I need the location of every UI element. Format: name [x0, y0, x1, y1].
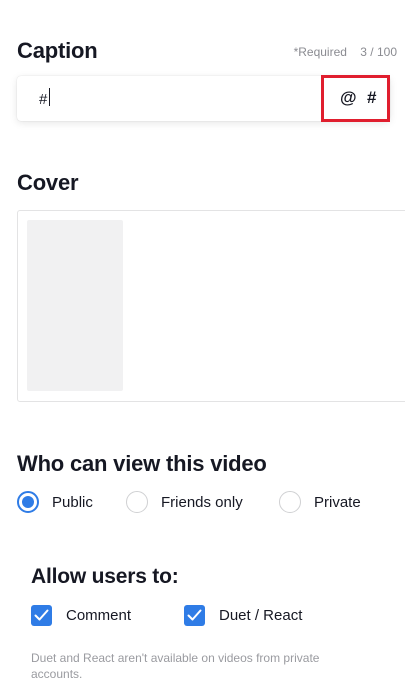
caption-meta: *Required 3 / 100	[294, 45, 397, 59]
privacy-option-public[interactable]: Public	[17, 491, 93, 513]
text-cursor	[49, 88, 50, 106]
checkbox-duet-icon[interactable]	[184, 605, 205, 626]
allow-option-label: Comment	[66, 607, 132, 624]
privacy-title: Who can view this video	[17, 451, 267, 476]
privacy-option-label: Friends only	[161, 493, 243, 511]
privacy-option-friends[interactable]: Friends only	[126, 491, 243, 513]
allow-option-label: Duet / React	[219, 607, 303, 624]
caption-title: Caption	[17, 38, 98, 63]
radio-friends-icon[interactable]	[126, 491, 148, 513]
privacy-option-private[interactable]: Private	[279, 491, 361, 513]
allow-duet-option[interactable]: Duet / React	[184, 605, 302, 626]
privacy-option-label: Public	[52, 493, 93, 511]
allow-note: Duet and React aren't available on video…	[31, 651, 320, 678]
cover-title: Cover	[17, 170, 79, 195]
radio-public-icon[interactable]	[17, 491, 39, 513]
mention-hashtag-group: @ #	[321, 75, 390, 122]
checkbox-comment-icon[interactable]	[31, 605, 52, 626]
allow-comment-option[interactable]: Comment	[31, 605, 131, 626]
required-label: *Required	[293, 45, 347, 59]
cover-thumbnail[interactable]	[27, 220, 123, 391]
privacy-option-label: Private	[314, 493, 361, 511]
caption-input[interactable]	[39, 88, 309, 110]
mention-button[interactable]: @	[340, 88, 357, 108]
allow-title: Allow users to:	[31, 565, 179, 588]
hashtag-button[interactable]: #	[367, 88, 376, 108]
radio-private-icon[interactable]	[279, 491, 301, 513]
caption-counter: 3 / 100	[360, 45, 397, 59]
